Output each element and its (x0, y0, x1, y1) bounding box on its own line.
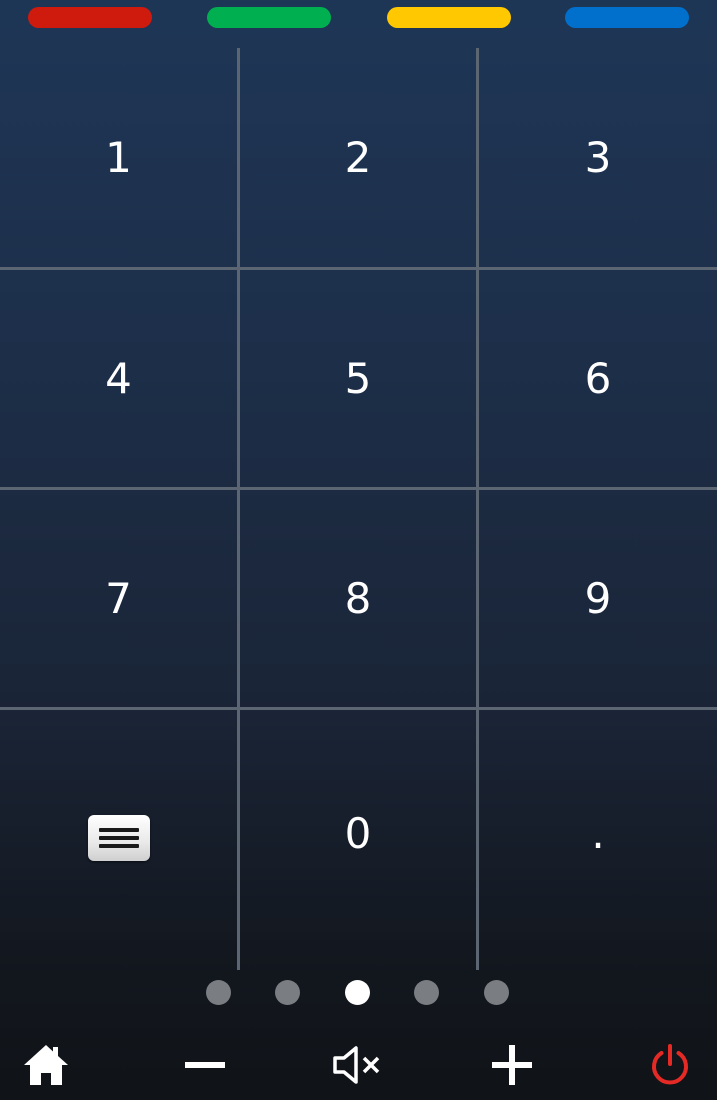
key-label: 5 (344, 353, 372, 403)
volume-down-button[interactable] (160, 1030, 250, 1100)
key-dot[interactable]: . (479, 710, 717, 970)
page-dot-5[interactable] (484, 980, 509, 1005)
key-label: 7 (105, 573, 132, 623)
power-icon (652, 1044, 688, 1085)
number-keypad: 1 2 3 4 5 6 7 8 9 0 . (0, 48, 717, 970)
key-label: 1 (105, 132, 132, 182)
page-dot-2[interactable] (275, 980, 300, 1005)
key-5[interactable]: 5 (240, 270, 476, 487)
key-2[interactable]: 2 (240, 48, 476, 267)
volume-up-button[interactable] (467, 1030, 557, 1100)
key-3[interactable]: 3 (479, 48, 717, 267)
volume-up-icon (492, 1045, 532, 1085)
yellow-button[interactable] (387, 7, 511, 28)
home-icon (24, 1045, 68, 1085)
key-6[interactable]: 6 (479, 270, 717, 487)
key-4[interactable]: 4 (0, 270, 237, 487)
page-indicator (0, 980, 717, 1006)
key-label: 3 (584, 132, 612, 182)
menu-icon (87, 815, 150, 861)
mute-icon (333, 1046, 380, 1084)
key-label: 9 (584, 573, 612, 623)
page-dot-4[interactable] (414, 980, 439, 1005)
key-label: 2 (344, 132, 372, 182)
key-label: 0 (344, 809, 372, 858)
key-label: 4 (105, 353, 132, 403)
red-button[interactable] (28, 7, 152, 28)
key-9[interactable]: 9 (479, 490, 717, 707)
key-8[interactable]: 8 (240, 490, 476, 707)
key-label: 8 (344, 573, 372, 623)
bottom-control-bar (0, 1030, 717, 1100)
power-button[interactable] (625, 1030, 715, 1100)
volume-down-icon (185, 1062, 225, 1068)
mute-button[interactable] (315, 1030, 405, 1100)
menu-key[interactable] (0, 710, 237, 970)
key-0[interactable]: 0 (240, 710, 476, 970)
page-dot-3-active[interactable] (345, 980, 370, 1005)
key-label: 6 (584, 353, 612, 403)
key-7[interactable]: 7 (0, 490, 237, 707)
green-button[interactable] (207, 7, 331, 28)
home-button[interactable] (1, 1030, 91, 1100)
page-dot-1[interactable] (206, 980, 231, 1005)
blue-button[interactable] (565, 7, 689, 28)
key-label: . (591, 809, 605, 858)
key-1[interactable]: 1 (0, 48, 237, 267)
color-button-bar (0, 0, 717, 48)
